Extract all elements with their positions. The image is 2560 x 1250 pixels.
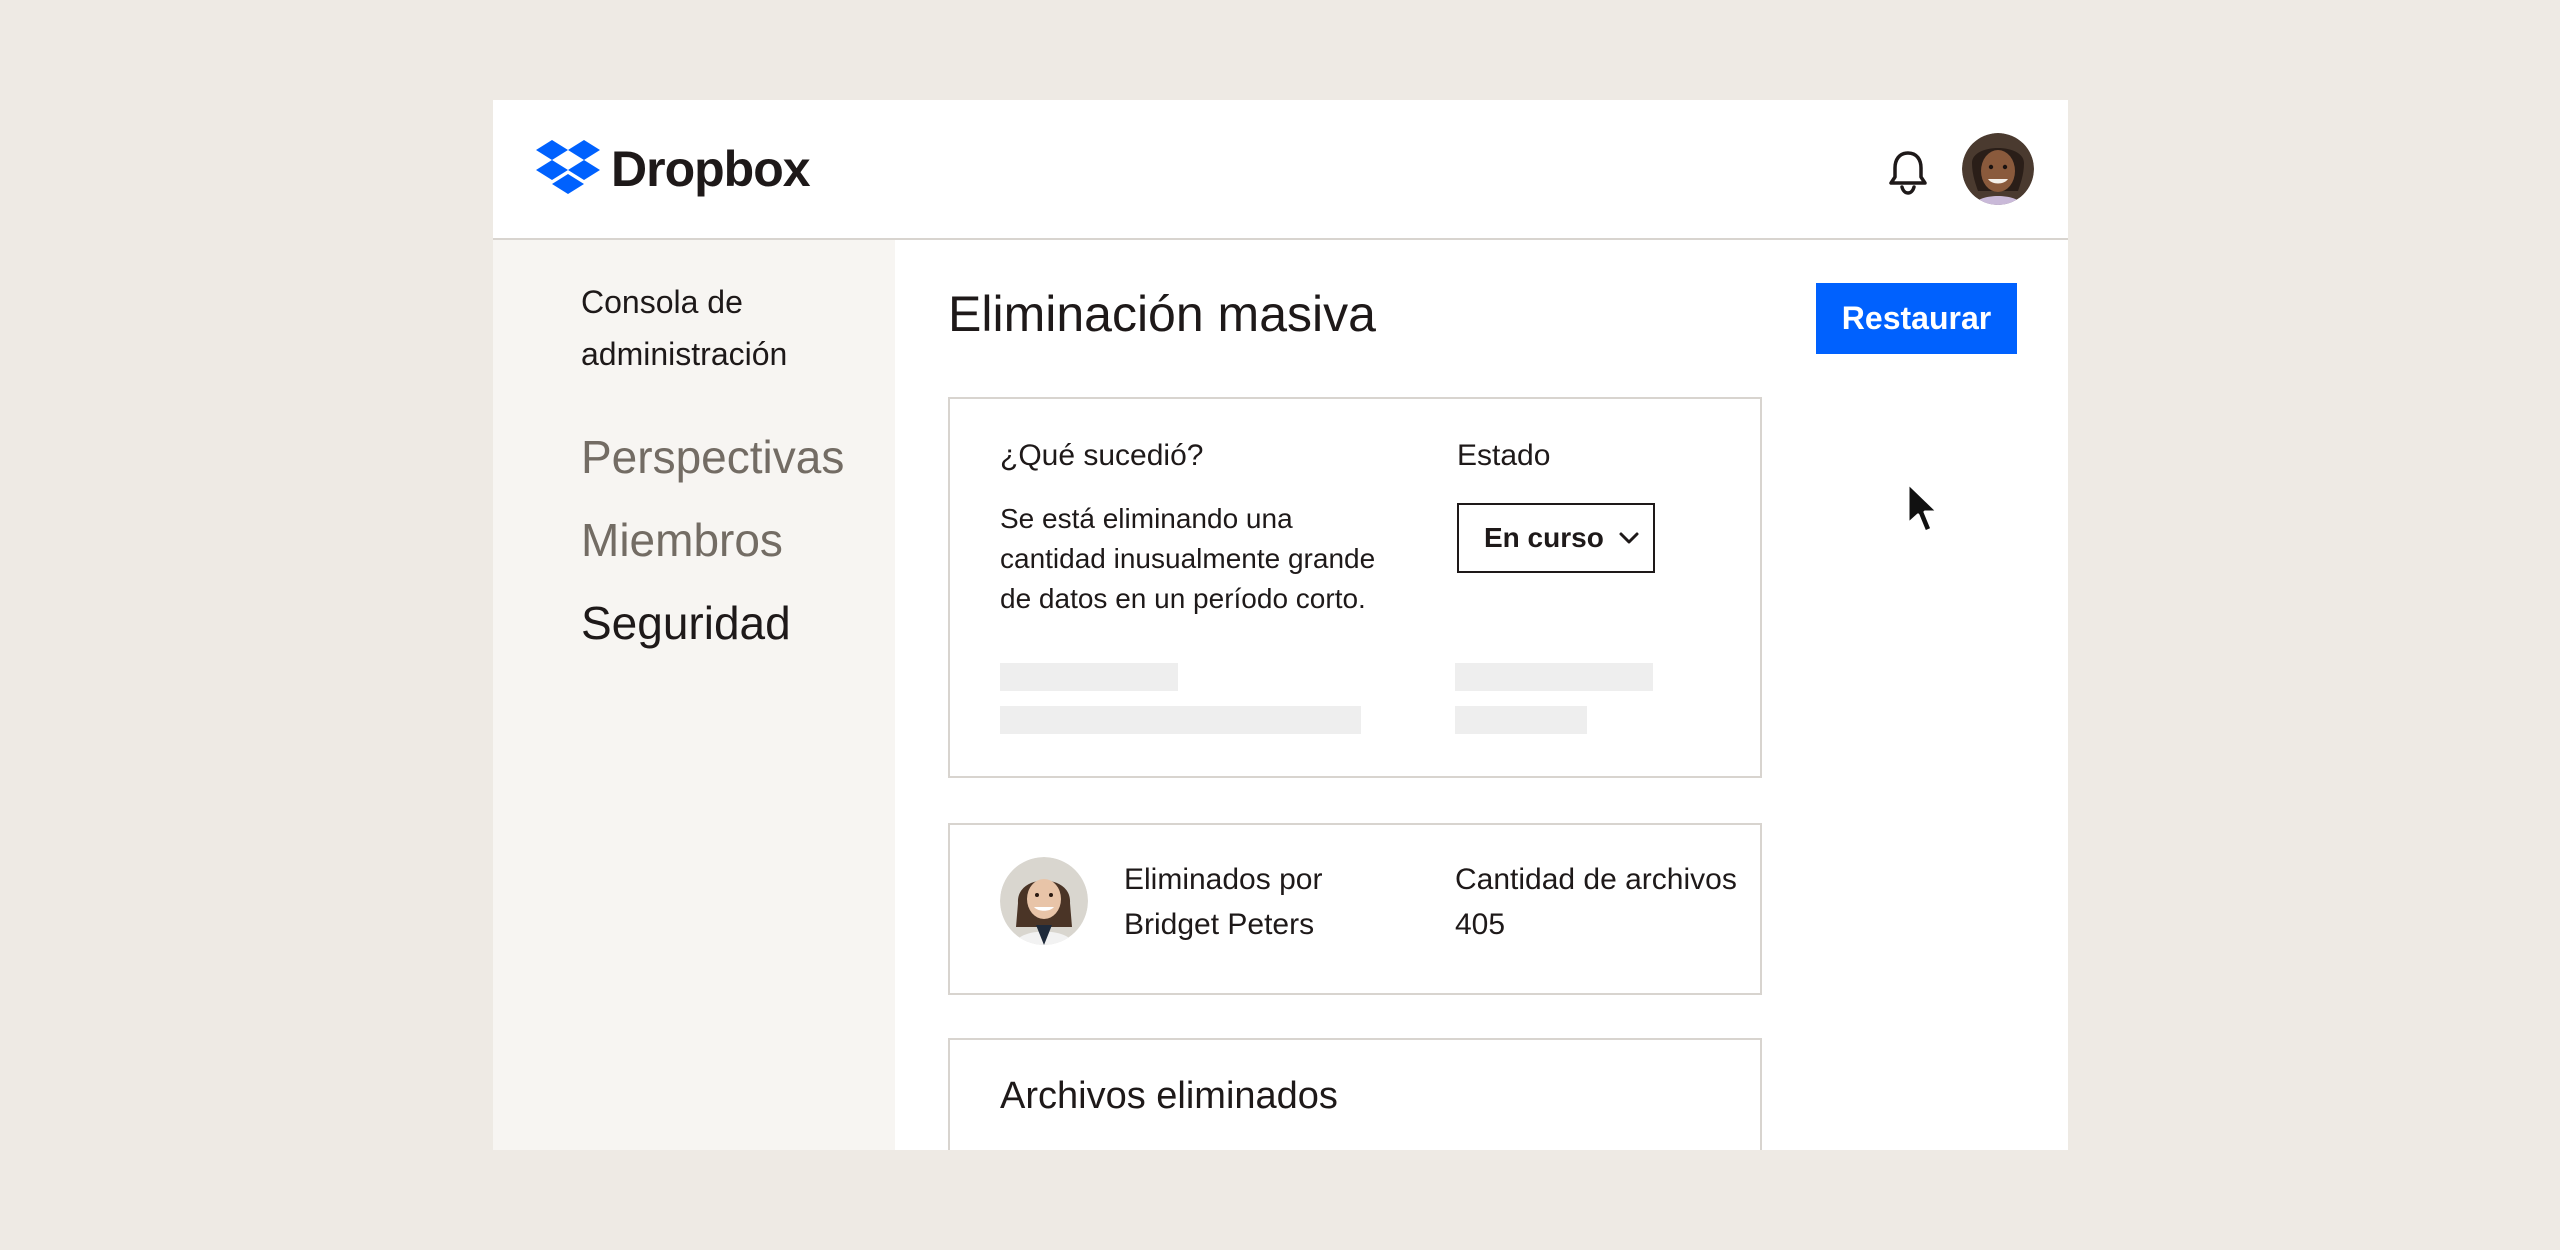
skeleton-line	[1000, 706, 1361, 734]
skeleton-line	[1455, 706, 1587, 734]
dropbox-logo[interactable]: Dropbox	[535, 140, 811, 198]
page-title: Eliminación masiva	[948, 286, 1376, 342]
mouse-cursor-icon	[1905, 480, 1941, 543]
user-avatar[interactable]	[1962, 133, 2034, 205]
top-header: Dropbox	[493, 100, 2068, 240]
file-count-value: 405	[1455, 908, 1506, 941]
status-dropdown[interactable]: En curso	[1457, 503, 1655, 573]
file-count-label: Cantidad de archivos	[1455, 863, 1737, 896]
chevron-down-icon	[1619, 532, 1639, 544]
file-count-block: Cantidad de archivos 405	[1455, 857, 1737, 947]
bell-icon[interactable]	[1883, 146, 1933, 196]
skeleton-line	[1000, 663, 1178, 691]
deleted-by-block: Eliminados por Bridget Peters	[1124, 857, 1322, 947]
restore-button[interactable]: Restaurar	[1816, 283, 2017, 354]
sidebar: Consola de administración Perspectivas M…	[493, 240, 895, 1150]
status-value: En curso	[1484, 522, 1604, 553]
incident-card: ¿Qué sucedió? Se está eliminando una can…	[948, 397, 1762, 778]
deleted-by-card: Eliminados por Bridget Peters Cantidad d…	[948, 823, 1762, 995]
what-happened-label: ¿Qué sucedió?	[1000, 439, 1204, 472]
sidebar-item-perspectivas[interactable]: Perspectivas	[581, 430, 844, 484]
dropbox-logo-icon	[536, 140, 600, 194]
brand-name: Dropbox	[611, 141, 811, 197]
admin-console-window: Dropbox Consola de administración Perspe…	[493, 100, 2068, 1150]
deleted-by-label: Eliminados por	[1124, 863, 1323, 896]
sidebar-item-miembros[interactable]: Miembros	[581, 513, 783, 567]
deleted-files-title: Archivos eliminados	[1000, 1075, 1338, 1117]
sidebar-item-seguridad[interactable]: Seguridad	[581, 596, 791, 650]
deleted-files-card: Archivos eliminados	[948, 1038, 1762, 1150]
sidebar-title: Consola de administración	[581, 284, 788, 372]
what-happened-text: Se está eliminando una cantidad inusualm…	[1000, 503, 1376, 614]
deleted-by-name: Bridget Peters	[1124, 908, 1315, 941]
status-label: Estado	[1457, 439, 1551, 472]
bridget-avatar	[1000, 857, 1088, 945]
skeleton-line	[1455, 663, 1653, 691]
